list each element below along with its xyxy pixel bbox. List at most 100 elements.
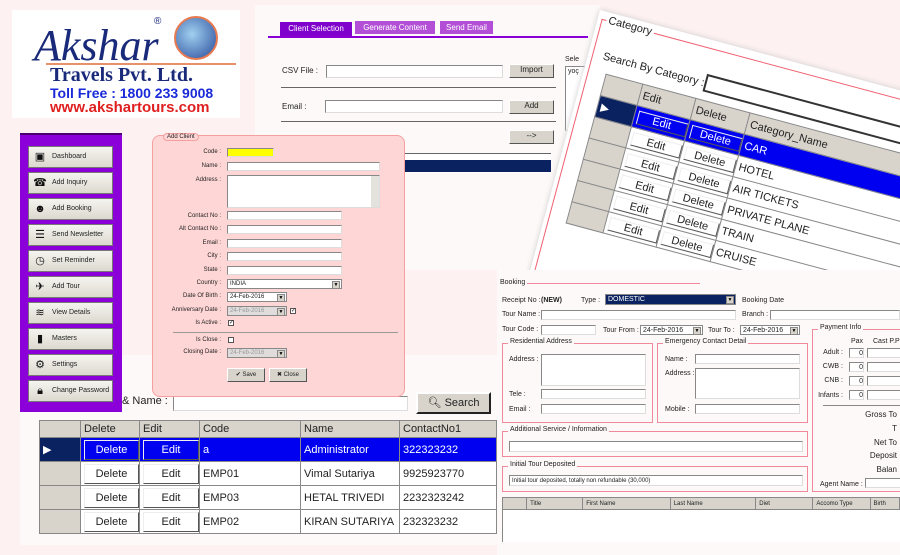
- contact-input[interactable]: [227, 211, 342, 220]
- adult-cost-input[interactable]: [867, 348, 900, 358]
- passenger-header-row: Title First Name Last Name Diet Accomo T…: [501, 497, 900, 510]
- state-input[interactable]: [227, 266, 342, 275]
- delete-button[interactable]: Delete: [84, 439, 139, 460]
- table-row[interactable]: Delete Edit EMP01 Vimal Sutariya 9925923770: [39, 461, 497, 486]
- table-row[interactable]: ▶ Delete Edit a Administrator 322323232: [39, 437, 497, 462]
- row-selector[interactable]: [39, 485, 81, 510]
- sidebar-item-add-booking[interactable]: ☻ Add Booking: [28, 198, 113, 220]
- tab-client-selection[interactable]: Client Selection: [280, 22, 352, 36]
- sidebar-item-settings[interactable]: ⚙ Settings: [28, 354, 113, 376]
- closing-date-value: 24-Feb-2016: [230, 350, 265, 356]
- sidebar-item-view-details[interactable]: ≋ View Details: [28, 302, 113, 324]
- search-icon: 🔍︎: [427, 397, 442, 409]
- clock-icon: ◷: [35, 255, 45, 267]
- country-select[interactable]: INDIA ▼: [227, 279, 342, 289]
- column-birth[interactable]: Birth: [869, 497, 900, 510]
- move-right-button[interactable]: -->: [509, 130, 554, 144]
- sidebar-item-add-tour[interactable]: ✈ Add Tour: [28, 276, 113, 298]
- infants-cost-input[interactable]: [867, 390, 900, 400]
- column-title[interactable]: Title: [526, 497, 584, 510]
- sidebar-item-change-password[interactable]: 🔒︎ Change Password: [28, 380, 113, 402]
- deposit-input[interactable]: Initial tour deposited, totally non refu…: [509, 475, 803, 486]
- cnb-pax-input[interactable]: 0: [849, 376, 864, 386]
- search-button[interactable]: 🔍︎ Search: [416, 392, 491, 414]
- emergency-name-input[interactable]: [695, 354, 800, 364]
- add-email-button[interactable]: Add: [509, 100, 554, 114]
- column-name[interactable]: Name: [300, 420, 400, 438]
- tab-send-email[interactable]: Send Email: [440, 21, 493, 34]
- email-input[interactable]: [227, 239, 342, 248]
- delete-button[interactable]: Delete: [84, 487, 139, 508]
- column-diet[interactable]: Diet: [755, 497, 814, 510]
- save-button[interactable]: ✔ Save: [227, 368, 265, 382]
- branch-input[interactable]: [770, 310, 900, 320]
- column-first-name[interactable]: First Name: [582, 497, 671, 510]
- additional-input[interactable]: [509, 441, 803, 452]
- tele-input[interactable]: [541, 389, 646, 399]
- initial-deposit-group: Initial Tour Deposited Initial tour depo…: [502, 461, 808, 492]
- balance-label: Balan: [876, 465, 897, 474]
- edit-button[interactable]: Edit: [143, 511, 199, 532]
- is-active-checkbox[interactable]: ✓: [228, 320, 234, 326]
- delete-button[interactable]: Delete: [84, 511, 139, 532]
- column-edit[interactable]: Edit: [139, 420, 200, 438]
- closing-date-picker[interactable]: 24-Feb-2016 ▼: [227, 348, 287, 358]
- employee-search-input[interactable]: [173, 396, 408, 411]
- edit-button[interactable]: Edit: [143, 487, 199, 508]
- code-input[interactable]: [227, 148, 274, 157]
- row-selector[interactable]: [39, 509, 81, 534]
- table-row[interactable]: Delete Edit EMP02 KIRAN SUTARIYA 232323232: [39, 509, 497, 534]
- city-input[interactable]: [227, 252, 342, 261]
- email-input[interactable]: [325, 100, 503, 113]
- agent-name-input[interactable]: [865, 478, 900, 488]
- tab-generate-content[interactable]: Generate Content: [355, 21, 435, 34]
- tour-name-input[interactable]: [541, 310, 736, 320]
- address-textarea[interactable]: [227, 175, 380, 208]
- sidebar-item-label: Settings: [52, 361, 78, 368]
- sidebar-item-masters[interactable]: ▮ Masters: [28, 328, 113, 350]
- alt-contact-input[interactable]: [227, 225, 342, 234]
- edit-button[interactable]: Edit: [143, 439, 199, 460]
- chevron-down-icon: ▼: [332, 281, 340, 289]
- adult-pax-input[interactable]: 0: [849, 348, 864, 358]
- res-email-input[interactable]: [541, 404, 646, 414]
- column-accomo-type[interactable]: Accomo Type: [812, 497, 871, 510]
- close-button[interactable]: ✖ Close: [269, 368, 307, 382]
- import-button[interactable]: Import: [509, 64, 554, 78]
- sidebar-item-set-reminder[interactable]: ◷ Set Reminder: [28, 250, 113, 272]
- cnb-cost-input[interactable]: [867, 376, 900, 386]
- type-select[interactable]: DOMESTIC ▼: [605, 294, 736, 305]
- is-close-checkbox[interactable]: [228, 337, 234, 343]
- column-contact[interactable]: ContactNo1: [399, 420, 497, 438]
- sidebar-item-dashboard[interactable]: ▣ Dashboard: [28, 146, 113, 168]
- tour-code-input[interactable]: [541, 325, 596, 335]
- edit-button[interactable]: Edit: [143, 463, 199, 484]
- column-delete[interactable]: Delete: [80, 420, 140, 438]
- infants-pax-input[interactable]: 0: [849, 390, 864, 400]
- scrollbar[interactable]: [371, 176, 379, 207]
- tour-from-picker[interactable]: 24-Feb-2016 ▼: [640, 325, 703, 335]
- anniversary-checkbox[interactable]: ✓: [290, 308, 296, 314]
- cwb-cost-input[interactable]: [867, 362, 900, 372]
- tour-to-picker[interactable]: 24-Feb-2016 ▼: [740, 325, 800, 335]
- row-selector[interactable]: ▶: [39, 437, 81, 462]
- delete-button[interactable]: Delete: [84, 463, 139, 484]
- client-list-selected-row[interactable]: [405, 160, 551, 172]
- sidebar-item-add-inquiry[interactable]: ☎ Add Inquiry: [28, 172, 113, 194]
- column-last-name[interactable]: Last Name: [669, 497, 757, 510]
- table-row[interactable]: Delete Edit EMP03 HETAL TRIVEDI 2232323242: [39, 485, 497, 510]
- row-selector[interactable]: [39, 461, 81, 486]
- chevron-down-icon: ▼: [726, 296, 734, 304]
- company-logo: Akshar ® Travels Pvt. Ltd. Toll Free : 1…: [12, 10, 240, 118]
- sidebar-item-send-newsletter[interactable]: ☰ Send Newsletter: [28, 224, 113, 246]
- dob-picker[interactable]: 24-Feb-2016 ▼: [227, 292, 287, 302]
- res-address-textarea[interactable]: [541, 354, 646, 386]
- column-code[interactable]: Code: [199, 420, 301, 438]
- receipt-label: Receipt No :: [502, 297, 541, 304]
- name-input[interactable]: [227, 162, 380, 171]
- cwb-pax-input[interactable]: 0: [849, 362, 864, 372]
- mobile-input[interactable]: [695, 404, 800, 414]
- csv-file-input[interactable]: [326, 65, 503, 78]
- emergency-address-textarea[interactable]: [695, 368, 800, 399]
- anniversary-picker[interactable]: 24-Feb-2016 ▼: [227, 306, 287, 316]
